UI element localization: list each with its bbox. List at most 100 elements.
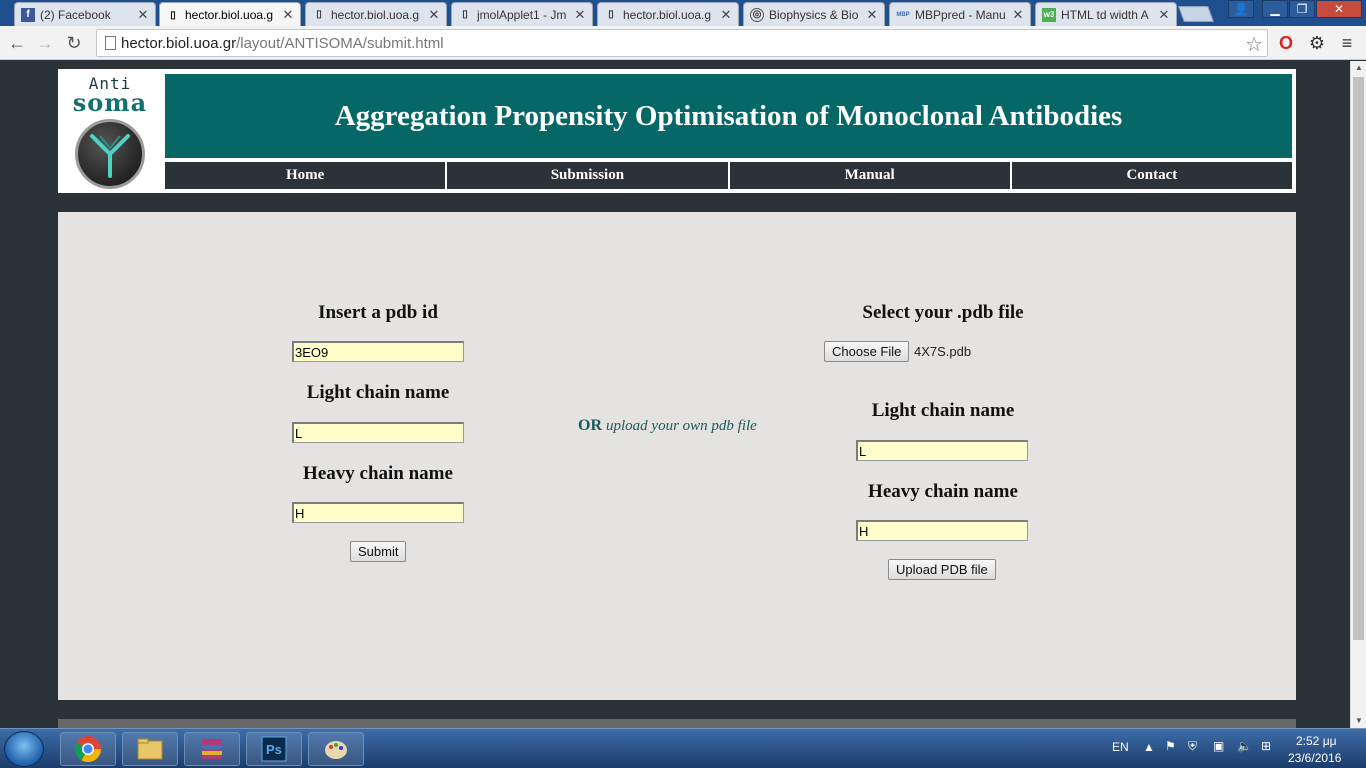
tab-title: jmolApplet1 - Jm [477, 7, 567, 22]
back-arrow-icon[interactable]: ← [5, 31, 29, 55]
tab-jmol[interactable]: ▯ jmolApplet1 - Jm ✕ [451, 2, 593, 26]
browser-toolbar: ← → ↻ hector.biol.uoa.gr/layout/ANTISOMA… [0, 26, 1366, 60]
windows-flag-icon[interactable]: ⊞ [1261, 739, 1271, 753]
site-banner: Aggregation Propensity Optimisation of M… [165, 74, 1292, 158]
heavy-chain-label: Heavy chain name [303, 463, 453, 484]
tab-facebook[interactable]: f (2) Facebook ✕ [14, 2, 156, 26]
browser-tab-strip: f (2) Facebook ✕ ▯ hector.biol.uoa.g ✕ ▯… [0, 0, 1366, 27]
upload-light-chain-label: Light chain name [871, 400, 1015, 421]
or-label: OR [578, 417, 602, 434]
close-window-button[interactable]: ✕ [1316, 0, 1362, 18]
facebook-icon: f [21, 7, 35, 22]
page-icon: ▯ [462, 9, 468, 20]
scroll-up-arrow-icon[interactable]: ▲ [1351, 61, 1366, 75]
selected-file-name: 4X7S.pdb [914, 344, 972, 359]
upload-pdb-button[interactable]: Upload PDB file [888, 559, 996, 580]
page-scrollbar[interactable]: ▲ ▼ [1350, 61, 1366, 728]
upload-heavy-chain-label: Heavy chain name [868, 481, 1018, 502]
submission-panel: Insert a pdb id Light chain name Heavy c… [58, 212, 1296, 700]
page-icon: ▯ [170, 9, 176, 21]
tab-title: MBPpred - Manu [915, 7, 1006, 22]
w3schools-icon: w3 [1042, 7, 1056, 22]
or-description: upload your own pdb file [606, 418, 757, 434]
light-chain-label: Light chain name [306, 382, 450, 403]
gear-icon[interactable]: ⚙ [1306, 32, 1328, 54]
address-bar[interactable]: hector.biol.uoa.gr/layout/ANTISOMA/submi… [96, 29, 1268, 57]
pdb-id-input[interactable] [292, 341, 464, 362]
mbppred-icon: MBP [896, 11, 910, 18]
tab-w3schools[interactable]: w3 HTML td width A ✕ [1035, 2, 1177, 26]
url-text: hector.biol.uoa.gr/layout/ANTISOMA/submi… [121, 35, 444, 52]
paint-taskbar-icon[interactable] [308, 732, 364, 766]
windows-taskbar: Ps EN ▲ ⚑ ⛨ ▣ 🔈 ⊞ 2:52 μμ 23/6/2016 [0, 728, 1366, 768]
show-hidden-icons[interactable]: ▲ [1143, 740, 1155, 754]
user-icon[interactable]: 👤 [1228, 0, 1254, 18]
close-icon[interactable]: ✕ [866, 7, 878, 23]
clock-date[interactable]: 23/6/2016 [1288, 751, 1341, 765]
scroll-down-arrow-icon[interactable]: ▼ [1351, 714, 1366, 728]
globe-icon: ◎ [750, 7, 764, 22]
choose-file-button[interactable]: Choose File [824, 341, 910, 362]
tab-title: hector.biol.uoa.g [331, 7, 420, 22]
site-header: Anti soma Aggregation Propensity Optimis… [58, 69, 1296, 193]
site-title: Aggregation Propensity Optimisation of M… [334, 99, 1123, 132]
menu-icon[interactable]: ≡ [1336, 32, 1358, 54]
close-icon[interactable]: ✕ [428, 7, 440, 23]
chrome-taskbar-icon[interactable] [60, 732, 116, 766]
antibody-emblem-icon [75, 119, 145, 189]
opera-icon[interactable]: O [1275, 32, 1297, 54]
language-indicator[interactable]: EN [1112, 740, 1129, 754]
forward-arrow-icon[interactable]: → [33, 31, 57, 55]
minimize-button[interactable]: ▁ [1262, 0, 1288, 18]
upload-light-chain-input[interactable] [856, 440, 1028, 461]
network-icon[interactable]: ▣ [1213, 739, 1224, 753]
close-icon[interactable]: ✕ [282, 7, 294, 23]
close-icon[interactable]: ✕ [574, 7, 586, 23]
antisoma-logo[interactable]: Anti soma [62, 75, 158, 189]
web-page: Anti soma Aggregation Propensity Optimis… [0, 61, 1350, 728]
close-icon[interactable]: ✕ [1012, 7, 1024, 23]
clock-time[interactable]: 2:52 μμ [1296, 734, 1337, 748]
page-icon: ▯ [316, 9, 322, 20]
tab-hector-2[interactable]: ▯ hector.biol.uoa.g ✕ [305, 2, 447, 26]
action-center-flag-icon[interactable]: ⚑ [1165, 739, 1176, 753]
tab-biophysics[interactable]: ◎ Biophysics & Bio ✕ [743, 2, 885, 26]
tab-hector-active[interactable]: ▯ hector.biol.uoa.g ✕ [159, 2, 301, 27]
footer-bar [58, 719, 1296, 728]
start-button[interactable] [4, 731, 44, 767]
scrollbar-thumb[interactable] [1353, 77, 1364, 640]
nav-submission[interactable]: Submission [447, 162, 730, 189]
tab-mbppred[interactable]: MBP MBPpred - Manu ✕ [889, 2, 1031, 26]
volume-icon[interactable]: 🔈 [1237, 739, 1252, 753]
close-icon[interactable]: ✕ [720, 7, 732, 23]
nav-contact[interactable]: Contact [1012, 162, 1292, 189]
page-icon [105, 36, 116, 50]
main-nav: Home Submission Manual Contact [165, 162, 1292, 189]
light-chain-input[interactable] [292, 422, 464, 443]
submit-button[interactable]: Submit [350, 541, 407, 562]
heavy-chain-input[interactable] [292, 502, 464, 523]
upload-heavy-chain-input[interactable] [856, 520, 1028, 541]
tab-title: (2) Facebook [40, 7, 111, 22]
or-separator: OR upload your own pdb file [578, 417, 757, 435]
tab-title: Biophysics & Bio [769, 7, 859, 22]
winrar-taskbar-icon[interactable] [184, 732, 240, 766]
pdb-file-title: Select your .pdb file [862, 302, 1024, 323]
explorer-taskbar-icon[interactable] [122, 732, 178, 766]
bookmark-star-icon[interactable]: ☆ [1245, 32, 1263, 57]
security-icon[interactable]: ⛨ [1188, 739, 1197, 754]
nav-manual[interactable]: Manual [730, 162, 1012, 189]
tab-title: HTML td width A [1061, 7, 1149, 22]
reload-icon[interactable]: ↻ [62, 31, 86, 55]
new-tab-button[interactable] [1178, 6, 1214, 22]
photoshop-taskbar-icon[interactable]: Ps [246, 732, 302, 766]
tab-title: hector.biol.uoa.g [185, 8, 274, 22]
maximize-button[interactable]: ❐ [1289, 0, 1315, 18]
close-icon[interactable]: ✕ [137, 7, 149, 23]
nav-home[interactable]: Home [165, 162, 448, 189]
pdb-id-title: Insert a pdb id [318, 302, 438, 323]
close-icon[interactable]: ✕ [1158, 7, 1170, 23]
svg-text:Ps: Ps [266, 742, 282, 757]
tab-hector-3[interactable]: ▯ hector.biol.uoa.g ✕ [597, 2, 739, 26]
tab-title: hector.biol.uoa.g [623, 7, 712, 22]
